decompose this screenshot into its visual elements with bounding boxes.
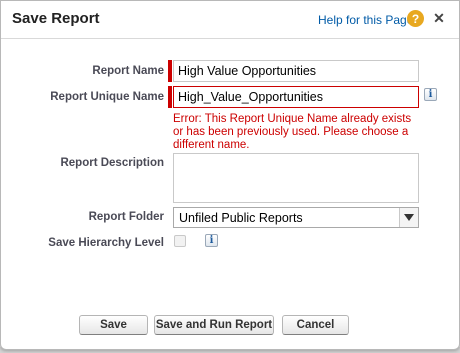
unique-name-error: Error: This Report Unique Name already e… [173,113,412,151]
info-icon[interactable]: i [424,88,437,101]
dialog-title: Save Report [12,10,100,27]
report-name-label: Report Name [92,65,164,77]
help-icon[interactable]: ? [407,10,424,27]
save-hierarchy-checkbox[interactable] [174,235,186,247]
report-unique-name-label: Report Unique Name [50,91,164,103]
required-indicator [168,86,172,108]
chevron-down-icon[interactable] [399,208,418,227]
report-name-input[interactable] [173,60,419,82]
report-folder-label: Report Folder [88,211,164,223]
cancel-button[interactable]: Cancel [282,315,349,335]
required-indicator [168,60,172,82]
save-and-run-button[interactable]: Save and Run Report [154,315,274,335]
report-folder-select[interactable]: Unfiled Public Reports [173,207,419,228]
dialog-header: Save Report Help for this Page ? ✕ [1,1,459,39]
report-unique-name-input[interactable] [173,86,419,108]
close-icon[interactable]: ✕ [432,10,446,26]
help-link[interactable]: Help for this Page [318,13,413,27]
report-description-label: Report Description [60,157,164,169]
save-report-dialog: Save Report Help for this Page ? ✕ Repor… [0,0,460,350]
save-button[interactable]: Save [79,315,148,335]
report-folder-value: Unfiled Public Reports [179,211,303,225]
save-hierarchy-label: Save Hierarchy Level [48,237,164,249]
report-description-textarea[interactable] [173,153,419,203]
info-icon[interactable]: i [205,234,218,247]
